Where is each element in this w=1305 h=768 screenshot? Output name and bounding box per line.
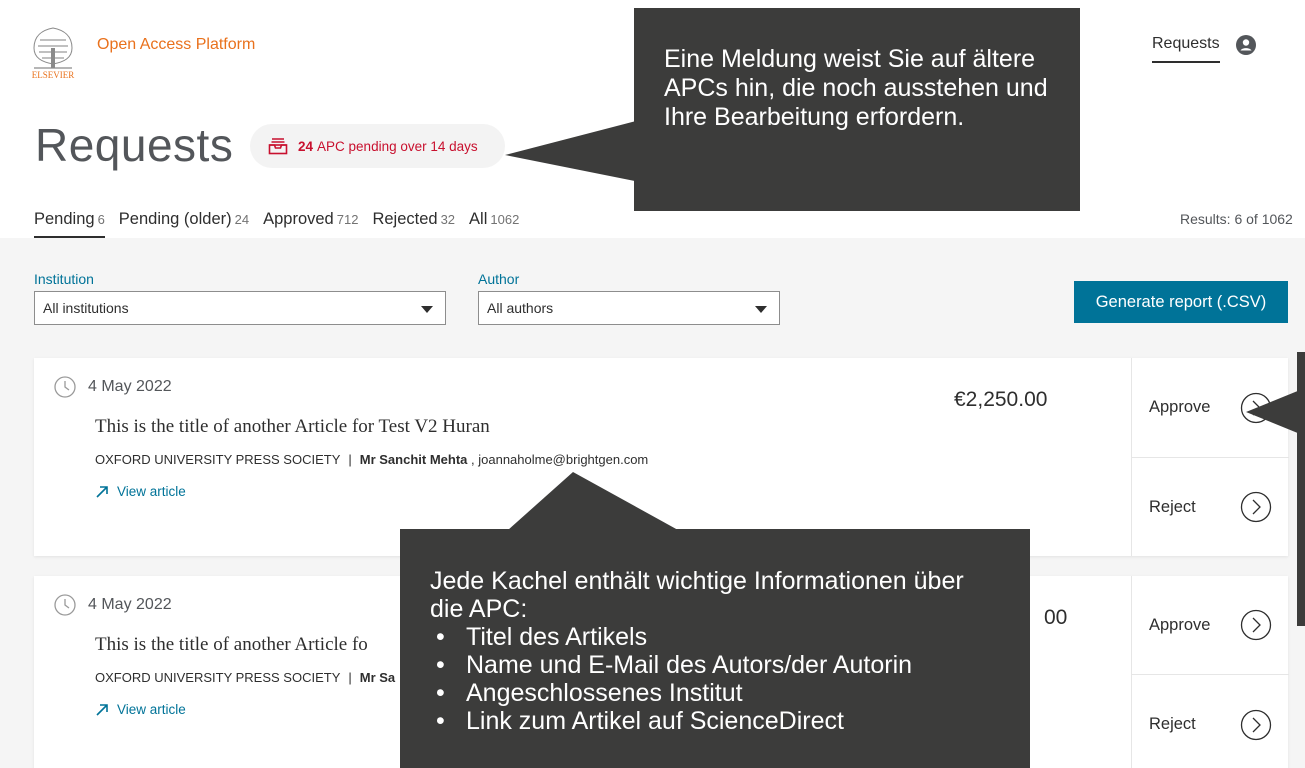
card-actions: Approve Reject [1131,576,1289,768]
tab-all[interactable]: All 1062 [469,210,519,238]
request-date: 4 May 2022 [54,594,172,616]
clock-icon [54,594,76,616]
tab-pending-older[interactable]: Pending (older) 24 [119,210,249,238]
tooltip-callout-bottom: Jede Kachel enthält wichtige Information… [400,529,1030,768]
reject-button[interactable]: Reject [1132,674,1289,768]
caret-down-icon [755,306,767,313]
callout-list-item: Link zum Artikel auf ScienceDirect [430,707,1000,735]
clock-icon [54,376,76,398]
caret-down-icon [421,306,433,313]
nav-requests-link[interactable]: Requests [1152,35,1220,63]
article-meta: OXFORD UNIVERSITY PRESS SOCIETY | Mr Sanch… [95,452,649,467]
author-label: Author [478,271,520,287]
publisher-name: OXFORD UNIVERSITY PRESS SOCIETY [95,670,341,685]
author-name: Mr Sanchit Mehta [359,452,468,467]
status-tabs: Pending 6 Pending (older) 24 Approved 712 R… [34,210,533,238]
callout-list-item: Name und E-Mail des Autors/der Autorin [430,651,1000,679]
elsevier-logo[interactable]: ELSEVIER [20,22,86,82]
author-email: , joannaholme@brightgen.com [471,452,649,467]
callout-list-item: Angeschlossenes Institut [430,679,1000,707]
user-circle-icon[interactable] [1236,35,1256,55]
view-article-link[interactable]: View article [95,484,186,499]
chevron-right-circle-icon [1240,709,1272,740]
external-arrow-icon [96,703,108,716]
article-title: This is the title of another Article fo [95,634,368,655]
tab-pending[interactable]: Pending 6 [34,210,105,238]
callout-pointer-top [505,120,640,182]
badge-text: APC pending over 14 days [317,138,478,154]
article-title: This is the title of another Article for… [95,416,490,437]
tab-approved[interactable]: Approved 712 [263,210,358,238]
approve-button[interactable]: Approve [1132,576,1289,674]
tooltip-callout-right [1297,352,1305,626]
publisher-name: OXFORD UNIVERSITY PRESS SOCIETY [95,452,341,467]
apc-price: €2,250.00 [954,388,1048,411]
tab-rejected[interactable]: Rejected 32 [372,210,455,238]
view-article-link[interactable]: View article [95,702,186,717]
inbox-tray-icon [268,137,288,155]
callout-list: Titel des Artikels Name und E-Mail des A… [430,623,1000,735]
badge-count: 24 [298,138,314,154]
brand-name[interactable]: Open Access Platform [97,36,255,54]
callout-list-item: Titel des Artikels [430,623,1000,651]
institution-label: Institution [34,271,94,287]
generate-report-button[interactable]: Generate report (.CSV) [1074,281,1288,323]
author-name: Mr Sa [359,670,396,685]
chevron-right-circle-icon [1240,491,1272,523]
request-date: 4 May 2022 [54,376,172,398]
page-title: Requests [35,119,234,171]
svg-text:ELSEVIER: ELSEVIER [32,70,75,80]
apc-price: 00 [1044,606,1068,629]
pending-older-badge[interactable]: 24 APC pending over 14 days [250,124,505,168]
callout-pointer-bottom [508,472,678,530]
reject-button[interactable]: Reject [1132,457,1289,556]
author-select[interactable]: All authors [478,291,780,325]
tooltip-callout-top: Eine Meldung weist Sie auf ältere APCs h… [634,8,1080,211]
external-arrow-icon [96,485,108,498]
chevron-right-circle-icon [1240,609,1272,641]
results-count: Results: 6 of 1062 [1180,211,1293,227]
article-meta: OXFORD UNIVERSITY PRESS SOCIETY | Mr Sa [95,670,396,685]
institution-select[interactable]: All institutions [34,291,446,325]
